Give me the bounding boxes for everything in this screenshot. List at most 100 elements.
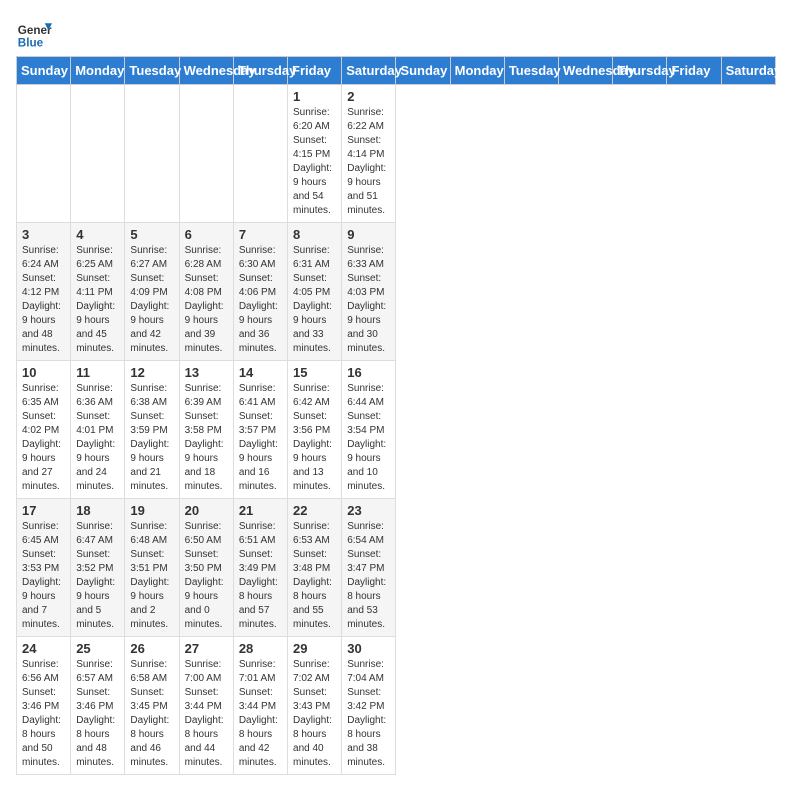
day-info: Sunrise: 7:02 AM Sunset: 3:43 PM Dayligh… bbox=[293, 658, 336, 770]
header-day-wednesday: Wednesday bbox=[559, 57, 613, 85]
calendar-cell: 11 Sunrise: 6:36 AM Sunset: 4:01 PM Dayli… bbox=[71, 361, 125, 499]
day-number: 3 bbox=[22, 227, 65, 242]
day-number: 8 bbox=[293, 227, 336, 242]
day-info: Sunrise: 6:30 AM Sunset: 4:06 PM Dayligh… bbox=[239, 244, 282, 356]
day-number: 11 bbox=[76, 365, 119, 380]
day-info: Sunrise: 6:54 AM Sunset: 3:47 PM Dayligh… bbox=[347, 520, 390, 632]
day-info: Sunrise: 6:35 AM Sunset: 4:02 PM Dayligh… bbox=[22, 382, 65, 494]
day-number: 16 bbox=[347, 365, 390, 380]
day-number: 28 bbox=[239, 641, 282, 656]
calendar-cell: 26 Sunrise: 6:58 AM Sunset: 3:45 PM Dayli… bbox=[125, 637, 179, 775]
calendar-cell: 17Sunrise: 6:45 AM Sunset: 3:53 PM Dayli… bbox=[17, 499, 71, 637]
calendar-cell bbox=[71, 85, 125, 223]
day-number: 7 bbox=[239, 227, 282, 242]
logo-icon: General Blue bbox=[16, 16, 52, 52]
day-number: 27 bbox=[185, 641, 228, 656]
calendar-cell: 18 Sunrise: 6:47 AM Sunset: 3:52 PM Dayli… bbox=[71, 499, 125, 637]
day-info: Sunrise: 6:57 AM Sunset: 3:46 PM Dayligh… bbox=[76, 658, 119, 770]
calendar-cell bbox=[125, 85, 179, 223]
header-day-saturday: Saturday bbox=[721, 57, 775, 85]
day-info: Sunrise: 6:48 AM Sunset: 3:51 PM Dayligh… bbox=[130, 520, 173, 632]
calendar-cell bbox=[233, 85, 287, 223]
day-info: Sunrise: 6:45 AM Sunset: 3:53 PM Dayligh… bbox=[22, 520, 65, 632]
day-info: Sunrise: 6:24 AM Sunset: 4:12 PM Dayligh… bbox=[22, 244, 65, 356]
day-number: 6 bbox=[185, 227, 228, 242]
header-monday: Monday bbox=[71, 57, 125, 85]
day-info: Sunrise: 6:58 AM Sunset: 3:45 PM Dayligh… bbox=[130, 658, 173, 770]
calendar-week-4: 17Sunrise: 6:45 AM Sunset: 3:53 PM Dayli… bbox=[17, 499, 776, 637]
calendar-cell: 9 Sunrise: 6:33 AM Sunset: 4:03 PM Daylig… bbox=[342, 223, 396, 361]
day-number: 2 bbox=[347, 89, 390, 104]
day-info: Sunrise: 6:36 AM Sunset: 4:01 PM Dayligh… bbox=[76, 382, 119, 494]
header: General Blue bbox=[16, 16, 776, 52]
day-number: 30 bbox=[347, 641, 390, 656]
calendar-cell: 1Sunrise: 6:20 AM Sunset: 4:15 PM Daylig… bbox=[288, 85, 342, 223]
header-saturday: Saturday bbox=[342, 57, 396, 85]
day-number: 22 bbox=[293, 503, 336, 518]
calendar-cell: 29Sunrise: 7:02 AM Sunset: 3:43 PM Dayli… bbox=[288, 637, 342, 775]
day-number: 10 bbox=[22, 365, 65, 380]
calendar-cell: 7 Sunrise: 6:30 AM Sunset: 4:06 PM Daylig… bbox=[233, 223, 287, 361]
day-info: Sunrise: 7:04 AM Sunset: 3:42 PM Dayligh… bbox=[347, 658, 390, 770]
header-tuesday: Tuesday bbox=[125, 57, 179, 85]
day-info: Sunrise: 6:31 AM Sunset: 4:05 PM Dayligh… bbox=[293, 244, 336, 356]
calendar-cell: 27Sunrise: 7:00 AM Sunset: 3:44 PM Dayli… bbox=[179, 637, 233, 775]
day-number: 5 bbox=[130, 227, 173, 242]
day-info: Sunrise: 6:53 AM Sunset: 3:48 PM Dayligh… bbox=[293, 520, 336, 632]
day-info: Sunrise: 7:01 AM Sunset: 3:44 PM Dayligh… bbox=[239, 658, 282, 770]
day-number: 19 bbox=[130, 503, 173, 518]
calendar-cell: 5Sunrise: 6:27 AM Sunset: 4:09 PM Daylig… bbox=[125, 223, 179, 361]
calendar-cell bbox=[179, 85, 233, 223]
day-number: 13 bbox=[185, 365, 228, 380]
day-number: 24 bbox=[22, 641, 65, 656]
header-friday: Friday bbox=[288, 57, 342, 85]
day-number: 1 bbox=[293, 89, 336, 104]
day-info: Sunrise: 6:47 AM Sunset: 3:52 PM Dayligh… bbox=[76, 520, 119, 632]
header-sunday: Sunday bbox=[17, 57, 71, 85]
day-info: Sunrise: 6:44 AM Sunset: 3:54 PM Dayligh… bbox=[347, 382, 390, 494]
day-number: 23 bbox=[347, 503, 390, 518]
day-number: 9 bbox=[347, 227, 390, 242]
calendar-cell: 28 Sunrise: 7:01 AM Sunset: 3:44 PM Dayli… bbox=[233, 637, 287, 775]
day-info: Sunrise: 6:42 AM Sunset: 3:56 PM Dayligh… bbox=[293, 382, 336, 494]
calendar-header-row: SundayMondayTuesdayWednesdayThursdayFrid… bbox=[17, 57, 776, 85]
day-number: 4 bbox=[76, 227, 119, 242]
calendar-cell: 13 Sunrise: 6:39 AM Sunset: 3:58 PM Dayli… bbox=[179, 361, 233, 499]
day-info: Sunrise: 6:22 AM Sunset: 4:14 PM Dayligh… bbox=[347, 106, 390, 218]
day-number: 18 bbox=[76, 503, 119, 518]
calendar-cell: 22 Sunrise: 6:53 AM Sunset: 3:48 PM Dayli… bbox=[288, 499, 342, 637]
calendar-cell bbox=[17, 85, 71, 223]
calendar-cell: 25Sunrise: 6:57 AM Sunset: 3:46 PM Dayli… bbox=[71, 637, 125, 775]
day-info: Sunrise: 6:56 AM Sunset: 3:46 PM Dayligh… bbox=[22, 658, 65, 770]
header-wednesday: Wednesday bbox=[179, 57, 233, 85]
day-info: Sunrise: 6:39 AM Sunset: 3:58 PM Dayligh… bbox=[185, 382, 228, 494]
header-day-sunday: Sunday bbox=[396, 57, 450, 85]
svg-text:Blue: Blue bbox=[18, 37, 44, 50]
header-day-tuesday: Tuesday bbox=[504, 57, 558, 85]
calendar-week-5: 24 Sunrise: 6:56 AM Sunset: 3:46 PM Dayli… bbox=[17, 637, 776, 775]
calendar-cell: 6Sunrise: 6:28 AM Sunset: 4:08 PM Daylig… bbox=[179, 223, 233, 361]
calendar-cell: 15 Sunrise: 6:42 AM Sunset: 3:56 PM Dayli… bbox=[288, 361, 342, 499]
day-info: Sunrise: 6:38 AM Sunset: 3:59 PM Dayligh… bbox=[130, 382, 173, 494]
day-number: 15 bbox=[293, 365, 336, 380]
day-number: 20 bbox=[185, 503, 228, 518]
day-number: 26 bbox=[130, 641, 173, 656]
day-info: Sunrise: 6:50 AM Sunset: 3:50 PM Dayligh… bbox=[185, 520, 228, 632]
header-thursday: Thursday bbox=[233, 57, 287, 85]
day-number: 21 bbox=[239, 503, 282, 518]
header-day-thursday: Thursday bbox=[613, 57, 667, 85]
calendar-cell: 10 Sunrise: 6:35 AM Sunset: 4:02 PM Dayli… bbox=[17, 361, 71, 499]
calendar-week-1: 1Sunrise: 6:20 AM Sunset: 4:15 PM Daylig… bbox=[17, 85, 776, 223]
day-number: 14 bbox=[239, 365, 282, 380]
day-info: Sunrise: 6:51 AM Sunset: 3:49 PM Dayligh… bbox=[239, 520, 282, 632]
calendar-cell: 16 Sunrise: 6:44 AM Sunset: 3:54 PM Dayli… bbox=[342, 361, 396, 499]
calendar-week-3: 10 Sunrise: 6:35 AM Sunset: 4:02 PM Dayli… bbox=[17, 361, 776, 499]
day-info: Sunrise: 6:41 AM Sunset: 3:57 PM Dayligh… bbox=[239, 382, 282, 494]
header-day-friday: Friday bbox=[667, 57, 721, 85]
day-info: Sunrise: 6:33 AM Sunset: 4:03 PM Dayligh… bbox=[347, 244, 390, 356]
calendar-cell: 20 Sunrise: 6:50 AM Sunset: 3:50 PM Dayli… bbox=[179, 499, 233, 637]
calendar-cell: 8 Sunrise: 6:31 AM Sunset: 4:05 PM Daylig… bbox=[288, 223, 342, 361]
calendar-cell: 14 Sunrise: 6:41 AM Sunset: 3:57 PM Dayli… bbox=[233, 361, 287, 499]
calendar-cell: 24 Sunrise: 6:56 AM Sunset: 3:46 PM Dayli… bbox=[17, 637, 71, 775]
logo: General Blue bbox=[16, 16, 52, 52]
